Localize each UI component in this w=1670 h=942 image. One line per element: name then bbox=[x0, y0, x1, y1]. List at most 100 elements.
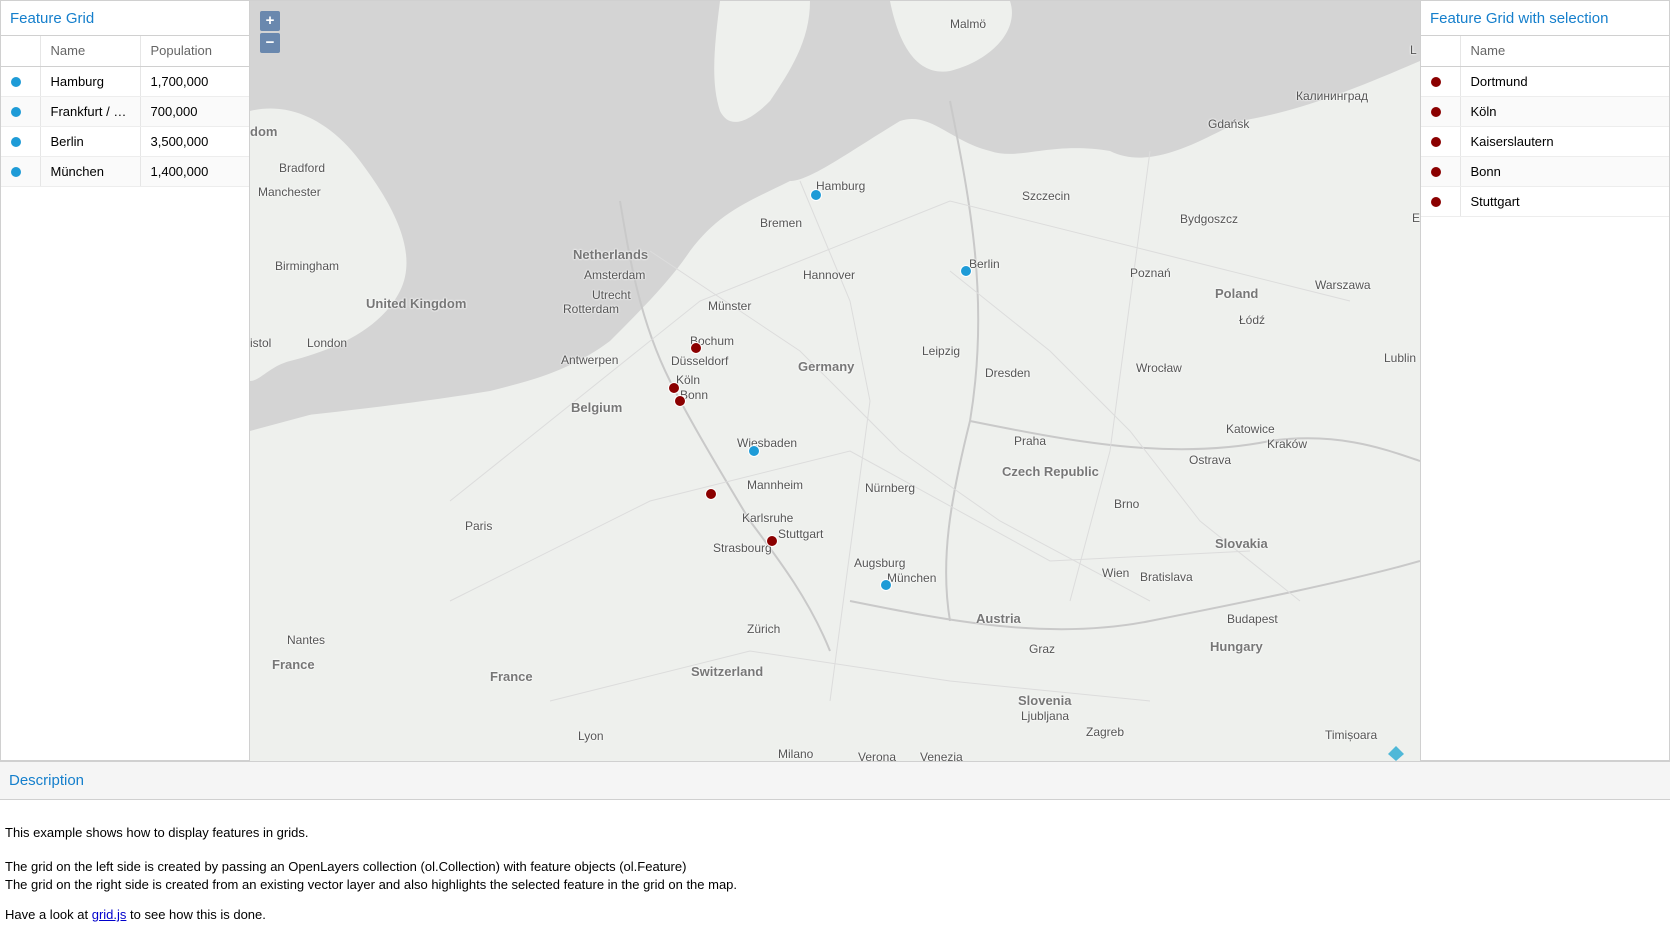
map-label: Belgium bbox=[571, 400, 623, 415]
cell-name: Berlin bbox=[39, 126, 140, 157]
feature-dot-icon bbox=[1431, 76, 1441, 87]
map-label: Strasbourg bbox=[713, 541, 772, 555]
map-label: Hamburg bbox=[816, 179, 866, 193]
map-label: Austria bbox=[976, 611, 1021, 626]
right-grid-title: Feature Grid with selection bbox=[1421, 1, 1669, 36]
map-label: Bratislava bbox=[1140, 570, 1193, 584]
description-panel: Description This example shows how to di… bbox=[0, 761, 1670, 942]
column-header-name[interactable]: Name bbox=[1459, 36, 1669, 67]
table-row[interactable]: Köln bbox=[1421, 96, 1669, 127]
column-header-style[interactable] bbox=[1421, 36, 1460, 67]
feature-dot-icon bbox=[1431, 136, 1441, 147]
map-label: Antwerpen bbox=[561, 353, 619, 367]
left-feature-grid: Name Population Hamburg 1,700,000 Frankf… bbox=[1, 36, 249, 187]
cell-name: Frankfurt / Main bbox=[39, 96, 140, 127]
gridjs-link[interactable]: grid.js bbox=[92, 907, 127, 922]
map-view[interactable]: + − Malmö Калининград Gdańsk Hamburg Bre… bbox=[250, 0, 1420, 761]
map-label: Budapest bbox=[1227, 612, 1278, 626]
zoom-out-button[interactable]: − bbox=[260, 33, 280, 53]
map-label: Manchester bbox=[258, 185, 321, 199]
map-label: Augsburg bbox=[854, 556, 906, 570]
map-label: Switzerland bbox=[691, 664, 764, 679]
map-label: Czech Republic bbox=[1002, 464, 1099, 479]
map-label: Brno bbox=[1114, 497, 1140, 511]
map-label: Milano bbox=[778, 747, 814, 761]
map-label: Rotterdam bbox=[563, 302, 620, 316]
map-label: Graz bbox=[1029, 642, 1056, 656]
map-label: Paris bbox=[465, 519, 493, 533]
table-row[interactable]: Stuttgart bbox=[1421, 186, 1669, 217]
cell-population: 1,700,000 bbox=[139, 66, 249, 97]
map-label: Nürnberg bbox=[865, 481, 916, 495]
map-marker-kaiserslautern[interactable] bbox=[705, 488, 717, 500]
map-marker-frankfurt[interactable] bbox=[748, 445, 760, 457]
map-label: Poznań bbox=[1130, 266, 1171, 280]
map-marker-dortmund[interactable] bbox=[690, 342, 702, 354]
map-label: Dresden bbox=[985, 366, 1031, 380]
feature-dot-icon bbox=[11, 166, 21, 177]
map-label: Verona bbox=[858, 750, 897, 761]
map-label: Zagreb bbox=[1086, 725, 1125, 739]
cell-name: Hamburg bbox=[39, 66, 140, 97]
grid-header-row: Name bbox=[1421, 36, 1669, 67]
map-label: Leipzig bbox=[922, 344, 961, 358]
cell-name: München bbox=[39, 156, 140, 187]
table-row[interactable]: Kaiserslautern bbox=[1421, 126, 1669, 157]
map-label: Lyon bbox=[578, 729, 604, 743]
left-grid-title: Feature Grid bbox=[1, 1, 249, 36]
map-label: France bbox=[272, 657, 315, 672]
cell-name: Bonn bbox=[1459, 156, 1669, 187]
map-label: Poland bbox=[1215, 286, 1259, 301]
description-text: The grid on the right side is created fr… bbox=[5, 877, 738, 892]
table-row[interactable]: Frankfurt / Main 700,000 bbox=[1, 96, 249, 127]
column-header-name[interactable]: Name bbox=[39, 36, 140, 67]
map-label: Slovakia bbox=[1215, 536, 1268, 551]
map-label: United Kingdom bbox=[366, 296, 467, 311]
map-marker-koln[interactable] bbox=[668, 382, 680, 394]
map-label: Hannover bbox=[803, 268, 856, 282]
column-header-style[interactable] bbox=[1, 36, 40, 67]
column-header-population[interactable]: Population bbox=[139, 36, 249, 67]
map-label: Wrocław bbox=[1136, 361, 1182, 375]
map-label: dom bbox=[250, 124, 278, 139]
map-label: Münster bbox=[708, 299, 752, 313]
map-label: Berlin bbox=[969, 257, 1000, 271]
map-label: E bbox=[1412, 211, 1420, 225]
cell-name: Stuttgart bbox=[1459, 186, 1669, 217]
map-label: Karlsruhe bbox=[742, 511, 794, 525]
map-label: Germany bbox=[798, 359, 855, 374]
map-label: Katowice bbox=[1226, 422, 1275, 436]
map-label: Venezia bbox=[920, 750, 963, 761]
map-label: Utrecht bbox=[592, 288, 631, 302]
description-text: Have a look at grid.js to see how this i… bbox=[5, 907, 266, 922]
table-row[interactable]: München 1,400,000 bbox=[1, 156, 249, 187]
map-label: London bbox=[307, 336, 348, 350]
map-label: Timișoara bbox=[1325, 728, 1378, 742]
table-row[interactable]: Berlin 3,500,000 bbox=[1, 126, 249, 157]
map-marker-munchen[interactable] bbox=[880, 579, 892, 591]
right-grid-panel: Feature Grid with selection Name Dortmun… bbox=[1420, 0, 1670, 761]
cell-population: 3,500,000 bbox=[139, 126, 249, 157]
feature-dot-icon bbox=[1431, 196, 1441, 207]
zoom-in-button[interactable]: + bbox=[260, 11, 280, 31]
attribution-icon[interactable] bbox=[1386, 745, 1406, 761]
map-marker-stuttgart[interactable] bbox=[766, 535, 778, 547]
map-label: Amsterdam bbox=[584, 268, 646, 282]
map-marker-bonn[interactable] bbox=[674, 395, 686, 407]
feature-dot-icon bbox=[11, 76, 21, 87]
map-marker-hamburg[interactable] bbox=[810, 189, 822, 201]
table-row[interactable]: Hamburg 1,700,000 bbox=[1, 66, 249, 97]
table-row[interactable]: Dortmund bbox=[1421, 66, 1669, 97]
map-label: Praha bbox=[1014, 434, 1047, 448]
map-label: Kraków bbox=[1267, 437, 1308, 451]
map-label: Szczecin bbox=[1022, 189, 1071, 203]
table-row[interactable]: Bonn bbox=[1421, 156, 1669, 187]
map-label: München bbox=[887, 571, 937, 585]
description-title: Description bbox=[0, 762, 1670, 800]
feature-dot-icon bbox=[1431, 106, 1441, 117]
map-label: Warszawa bbox=[1315, 278, 1371, 292]
map-label: Lublin bbox=[1384, 351, 1417, 365]
map-label: Gdańsk bbox=[1208, 117, 1250, 131]
map-label: France bbox=[490, 669, 533, 684]
map-marker-berlin[interactable] bbox=[960, 265, 972, 277]
